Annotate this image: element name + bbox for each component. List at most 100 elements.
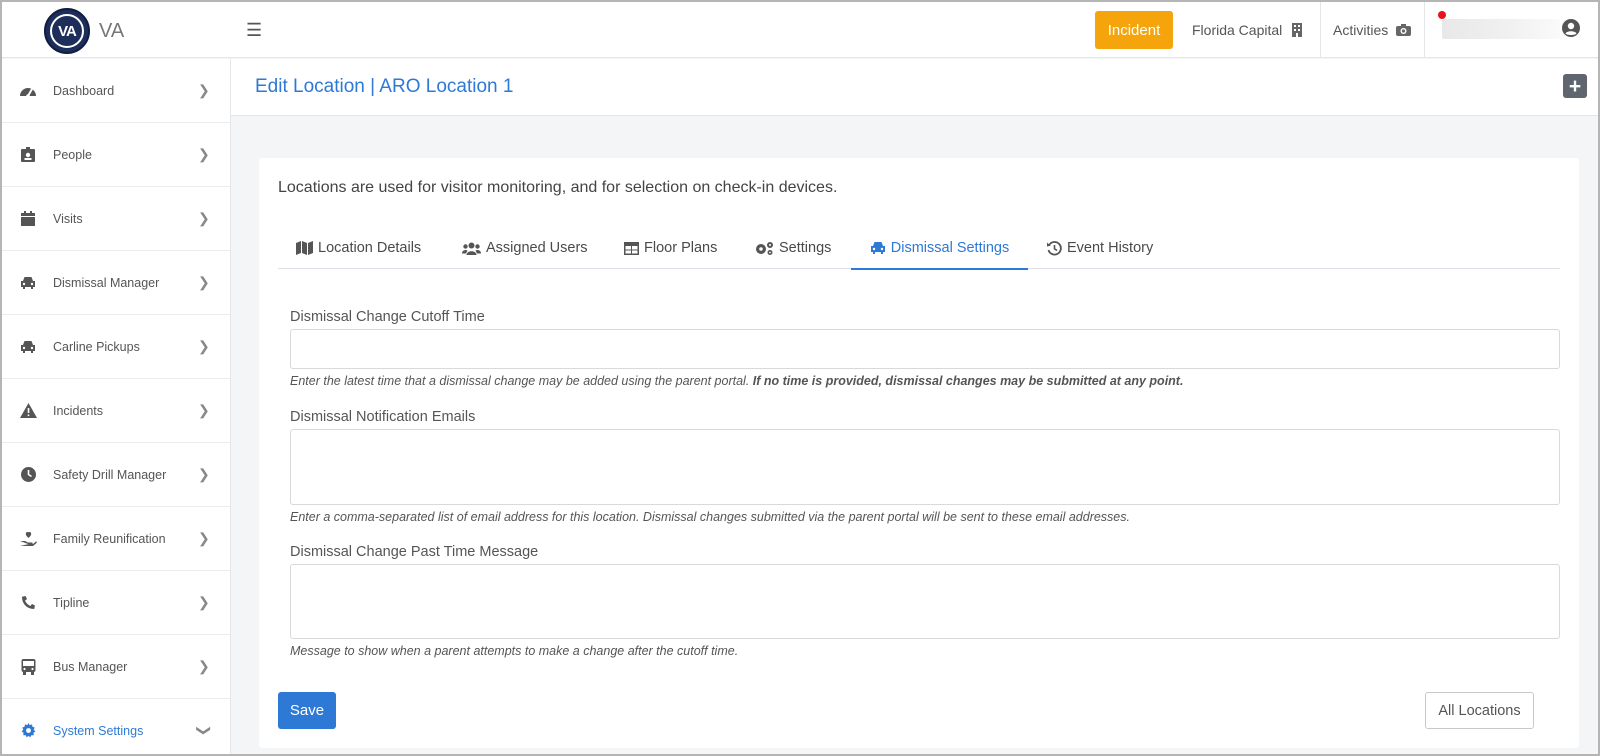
- tab-dismissal-settings[interactable]: Dismissal Settings: [851, 227, 1028, 270]
- warning-icon: [19, 402, 37, 420]
- notification-emails-textarea[interactable]: [290, 429, 1560, 505]
- map-icon: [296, 241, 313, 255]
- tab-bar: Location Details Assigned Users Floor Pl…: [278, 227, 1560, 270]
- tab-assigned-users[interactable]: Assigned Users: [462, 227, 588, 269]
- chevron-right-icon: ❯: [198, 594, 210, 610]
- bus-icon: [19, 658, 37, 676]
- sidebar-item-label: Family Reunification: [53, 531, 166, 546]
- sidebar-item-incidents[interactable]: Incidents ❯: [2, 379, 230, 443]
- notification-emails-help: Enter a comma-separated list of email ad…: [290, 510, 1130, 524]
- divider: [1320, 2, 1321, 58]
- cutoff-help-text: Enter the latest time that a dismissal c…: [290, 374, 750, 388]
- sidebar-item-dashboard[interactable]: Dashboard ❯: [2, 59, 230, 123]
- gauge-icon: [19, 82, 37, 100]
- tab-location-details[interactable]: Location Details: [296, 227, 421, 269]
- tab-label: Settings: [779, 240, 832, 256]
- page-header: Edit Location | ARO Location 1 +: [231, 59, 1598, 116]
- page-title: Edit Location | ARO Location 1: [255, 76, 514, 97]
- chevron-right-icon: ❯: [198, 146, 210, 162]
- past-time-message-textarea[interactable]: [290, 564, 1560, 639]
- sidebar-item-label: Tipline: [53, 595, 90, 610]
- tab-label: Dismissal Settings: [890, 239, 1010, 256]
- add-icon[interactable]: +: [1563, 74, 1587, 98]
- intro-text: Locations are used for visitor monitorin…: [278, 179, 838, 196]
- sidebar: Dashboard ❯ People ❯ Visits ❯ Dismissal …: [2, 59, 231, 754]
- camera-icon: [1396, 24, 1412, 36]
- car-icon: [870, 241, 886, 254]
- sidebar-item-label: People: [53, 147, 92, 162]
- chevron-right-icon: ❯: [198, 338, 210, 354]
- past-time-message-label: Dismissal Change Past Time Message: [290, 544, 539, 560]
- cutoff-help-bold: If no time is provided, dismissal change…: [752, 374, 1184, 388]
- top-bar: VA VA ☰ Incident Florida Capital Activit…: [2, 2, 1598, 58]
- sidebar-item-dismissal-manager[interactable]: Dismissal Manager ❯: [2, 251, 230, 315]
- location-selector[interactable]: Florida Capital: [1192, 2, 1303, 58]
- all-locations-button[interactable]: All Locations: [1425, 692, 1534, 729]
- building-icon: [1291, 23, 1303, 37]
- sidebar-item-label: Bus Manager: [53, 659, 128, 674]
- cutoff-time-label: Dismissal Change Cutoff Time: [290, 309, 485, 325]
- chevron-right-icon: ❯: [198, 210, 210, 226]
- sidebar-item-label: Safety Drill Manager: [53, 467, 167, 482]
- sidebar-item-safety-drill-manager[interactable]: Safety Drill Manager ❯: [2, 443, 230, 507]
- chevron-right-icon: ❯: [198, 82, 210, 98]
- history-icon: [1047, 240, 1062, 256]
- sidebar-item-family-reunification[interactable]: Family Reunification ❯: [2, 507, 230, 571]
- tab-floor-plans[interactable]: Floor Plans: [624, 227, 717, 269]
- phone-icon: [19, 594, 37, 612]
- activities-menu[interactable]: Activities: [1333, 2, 1412, 58]
- car-icon: [19, 338, 37, 356]
- tab-event-history[interactable]: Event History: [1047, 227, 1153, 269]
- hand-heart-icon: [19, 530, 37, 548]
- tab-label: Location Details: [318, 240, 422, 256]
- user-avatar-icon[interactable]: [1562, 19, 1580, 37]
- sidebar-item-label: Carline Pickups: [53, 339, 140, 354]
- chevron-right-icon: ❯: [198, 658, 210, 674]
- sidebar-item-visits[interactable]: Visits ❯: [2, 187, 230, 251]
- chevron-right-icon: ❯: [198, 530, 210, 546]
- save-button[interactable]: Save: [278, 692, 336, 729]
- sidebar-item-bus-manager[interactable]: Bus Manager ❯: [2, 635, 230, 699]
- past-time-message-help: Message to show when a parent attempts t…: [290, 644, 739, 658]
- chevron-down-icon: ❯: [196, 724, 213, 737]
- sidebar-item-label: Visits: [53, 211, 83, 226]
- tab-settings[interactable]: Settings: [755, 227, 831, 269]
- location-label: Florida Capital: [1192, 22, 1283, 38]
- user-name-redacted[interactable]: [1442, 19, 1560, 39]
- id-badge-icon: [19, 146, 37, 164]
- calendar-icon: [19, 210, 37, 228]
- chevron-right-icon: ❯: [198, 466, 210, 482]
- notification-dot: [1438, 11, 1446, 19]
- sidebar-item-carline-pickups[interactable]: Carline Pickups ❯: [2, 315, 230, 379]
- users-icon: [462, 242, 481, 255]
- logo-text: VA: [99, 19, 125, 42]
- car-icon: [19, 274, 37, 292]
- menu-toggle-icon[interactable]: ☰: [246, 20, 262, 41]
- divider: [1424, 2, 1425, 58]
- location-card: Locations are used for visitor monitorin…: [259, 158, 1579, 748]
- notification-emails-label: Dismissal Notification Emails: [290, 409, 476, 425]
- logo[interactable]: VA VA: [44, 8, 124, 54]
- gears-icon: [755, 241, 774, 256]
- table-icon: [624, 241, 639, 255]
- sidebar-item-label: Dashboard: [53, 83, 115, 98]
- gear-icon: [19, 722, 37, 740]
- sidebar-item-tipline[interactable]: Tipline ❯: [2, 571, 230, 635]
- sidebar-item-label: Incidents: [53, 403, 104, 418]
- cutoff-time-input[interactable]: [290, 329, 1560, 369]
- cutoff-time-help: Enter the latest time that a dismissal c…: [290, 374, 1183, 388]
- sidebar-item-label: System Settings: [53, 723, 144, 738]
- sidebar-item-label: Dismissal Manager: [53, 275, 160, 290]
- sidebar-item-system-settings[interactable]: System Settings ❯: [2, 699, 230, 754]
- app-window: VA VA ☰ Incident Florida Capital Activit…: [0, 0, 1600, 756]
- tab-label: Event History: [1067, 240, 1154, 256]
- sidebar-item-people[interactable]: People ❯: [2, 123, 230, 187]
- activities-label: Activities: [1333, 22, 1389, 38]
- tab-label: Assigned Users: [486, 240, 588, 256]
- incident-button[interactable]: Incident: [1095, 11, 1173, 49]
- chevron-right-icon: ❯: [198, 402, 210, 418]
- clock-icon: [19, 466, 37, 484]
- chevron-right-icon: ❯: [198, 274, 210, 290]
- logo-badge: VA: [44, 8, 90, 54]
- tab-label: Floor Plans: [644, 240, 718, 256]
